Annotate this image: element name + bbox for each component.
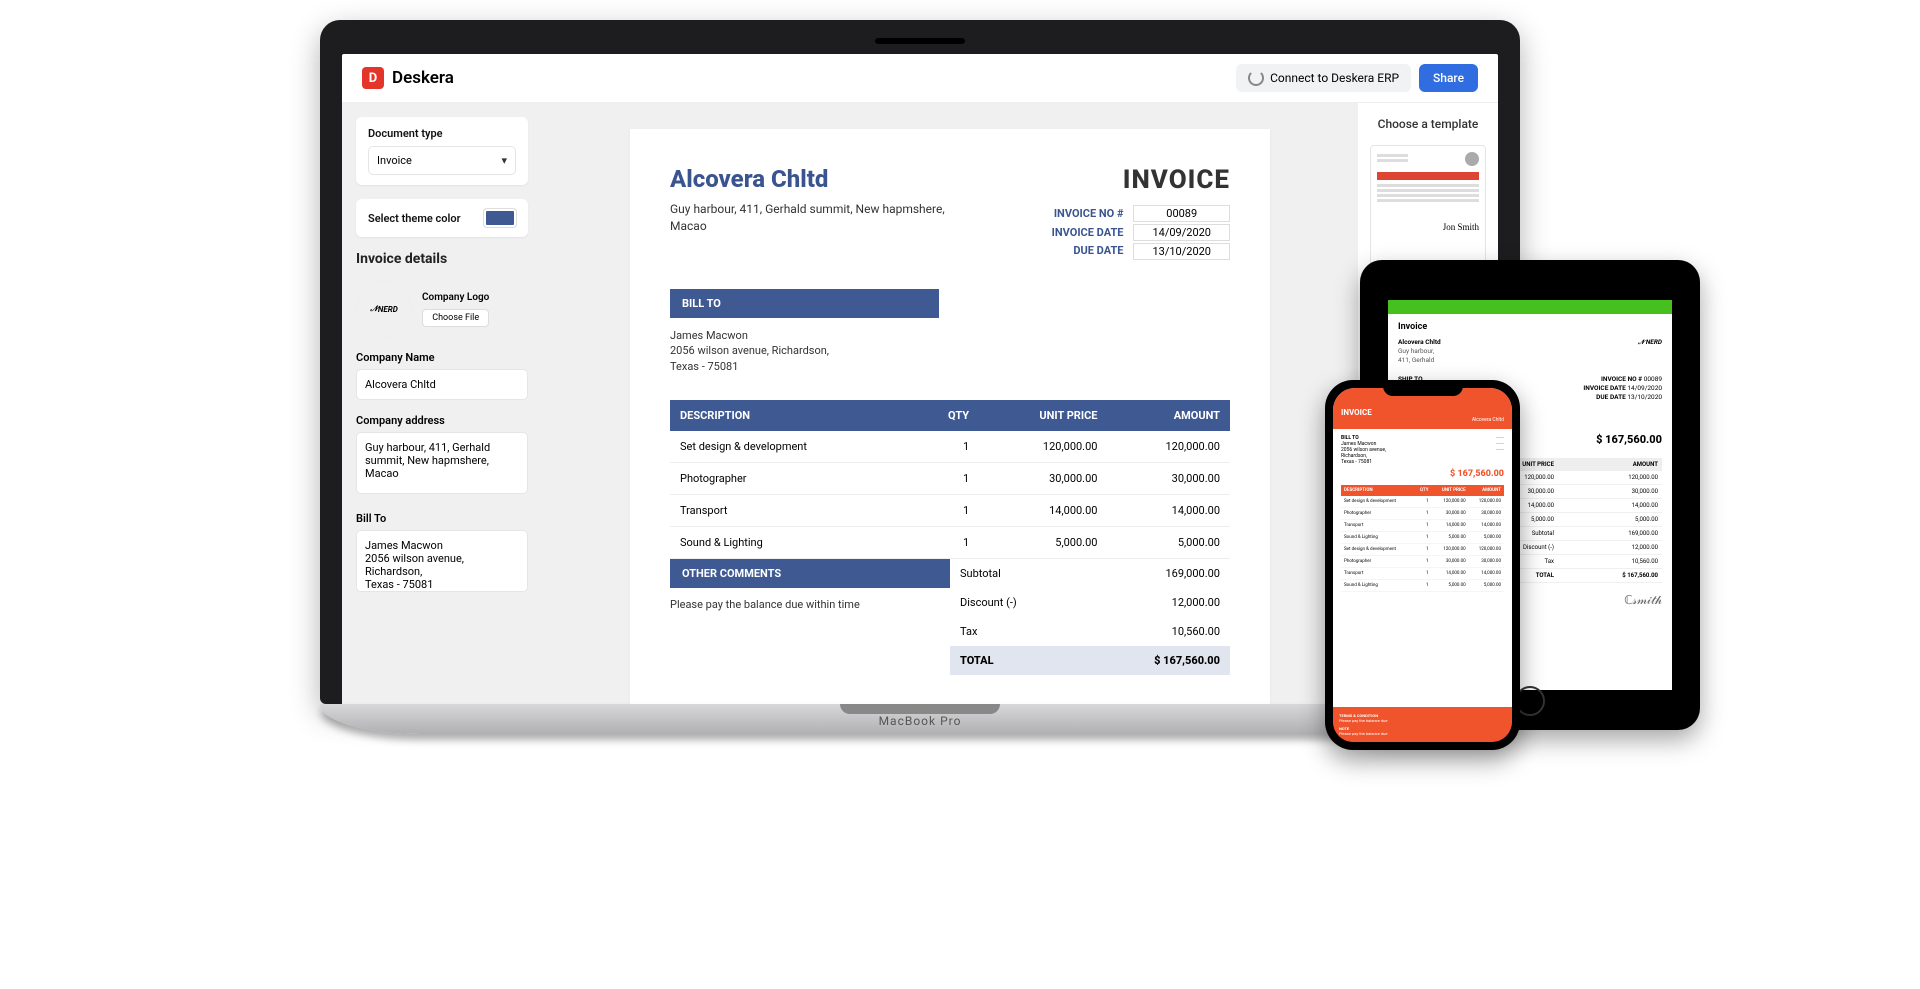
invoice-number: 00089 — [1133, 205, 1230, 222]
table-row: Set design & development1120,000.00120,0… — [670, 431, 1230, 463]
invoice-company-name: Alcovera Chltd — [670, 165, 945, 193]
billto-header: BILL TO — [670, 289, 939, 318]
app-header: D Deskera Connect to Deskera ERP Share — [342, 54, 1498, 103]
invoice-date: 14/09/2020 — [1133, 224, 1230, 241]
invoice-due-date: 13/10/2020 — [1133, 243, 1230, 260]
theme-label: Select theme color — [368, 212, 461, 225]
billto-content: James Macwon 2056 wilson avenue, Richard… — [670, 318, 1230, 400]
connect-button[interactable]: Connect to Deskera ERP — [1236, 64, 1411, 92]
table-row: Transport114,000.0014,000.00 — [670, 495, 1230, 527]
share-button[interactable]: Share — [1419, 64, 1478, 92]
invoice-preview-area: Alcovera Chltd Guy harbour, 411, Gerhald… — [542, 103, 1358, 704]
table-row: Sound & Lighting15,000.005,000.00 — [670, 527, 1230, 559]
doctype-select[interactable]: Invoice — [368, 146, 516, 175]
company-address-label: Company address — [356, 414, 528, 427]
comments-text: Please pay the balance due within time — [670, 588, 950, 621]
iphone-total: $ 167,560.00 — [1341, 469, 1504, 479]
billto-input[interactable]: James Macwon 2056 wilson avenue, Richard… — [356, 530, 528, 592]
iphone-mockup: INVOICE Alcovera Chltd BILL TOJames Macw… — [1325, 380, 1520, 750]
left-sidebar: Document type Invoice Select theme color… — [342, 103, 542, 704]
company-address-input[interactable]: Guy harbour, 411, Gerhald summit, New ha… — [356, 432, 528, 494]
billto-label: Bill To — [356, 512, 528, 525]
template-thumb-1[interactable]: Jon Smith — [1370, 145, 1486, 275]
template-panel-title: Choose a template — [1370, 117, 1486, 131]
ipad-invoice-title: Invoice — [1398, 322, 1662, 332]
comments-header: OTHER COMMENTS — [670, 559, 950, 588]
invoice-company-address: Guy harbour, 411, Gerhald summit, New ha… — [670, 201, 945, 235]
company-logo-label: Company Logo — [422, 292, 489, 303]
company-logo-preview: 𝒩 NERD — [356, 281, 412, 337]
company-name-input[interactable] — [356, 369, 528, 400]
brand-logo-icon: D — [362, 67, 384, 89]
iphone-invoice-title: INVOICE — [1341, 408, 1504, 417]
choose-file-button[interactable]: Choose File — [422, 309, 489, 327]
table-row: Photographer130,000.0030,000.00 — [670, 463, 1230, 495]
invoice-title: INVOICE — [1052, 165, 1230, 195]
brand-name: Deskera — [392, 68, 454, 88]
brand: D Deskera — [362, 67, 454, 89]
invoice-document: Alcovera Chltd Guy harbour, 411, Gerhald… — [630, 129, 1270, 704]
invoice-details-title: Invoice details — [356, 251, 528, 267]
doctype-label: Document type — [368, 127, 516, 140]
theme-color-swatch[interactable] — [484, 209, 516, 227]
macbook-label: MacBook Pro — [879, 714, 962, 728]
company-name-label: Company Name — [356, 351, 528, 364]
invoice-items-table: DESCRIPTION QTY UNIT PRICE AMOUNT Set de… — [670, 400, 1230, 559]
